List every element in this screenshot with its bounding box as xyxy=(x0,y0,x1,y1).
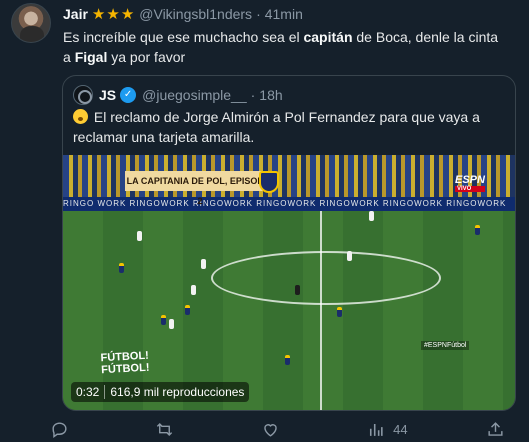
pitch-center-circle xyxy=(211,251,441,305)
analytics-icon xyxy=(370,423,383,436)
reply-button[interactable] xyxy=(50,418,77,440)
video-views: 616,9 mil reproducciones xyxy=(110,385,245,399)
football-pitch xyxy=(63,211,515,410)
quoted-tweet-header: JS ✓ @juegosimple__ · 18h xyxy=(73,85,283,105)
player xyxy=(369,211,374,221)
quoted-text-body: El reclamo de Jorge Almirón a Pol Fernan… xyxy=(73,109,480,145)
tweet-text: Es increíble que ese muchacho sea el cap… xyxy=(63,27,503,67)
player xyxy=(119,263,124,273)
stars-emoji: ★★★ xyxy=(91,6,136,23)
futbol-logo: FÚTBOL! FÚTBOL! xyxy=(100,349,150,377)
share-button[interactable] xyxy=(486,418,505,440)
player xyxy=(475,225,480,235)
player xyxy=(161,315,166,325)
quoted-author-handle[interactable]: @juegosimple__ xyxy=(142,87,247,103)
player xyxy=(295,285,300,295)
espn-live-tag: VIVO xyxy=(455,186,485,192)
video-hashtag: #ESPNFútbol xyxy=(421,341,470,350)
timestamp[interactable]: 41min xyxy=(265,6,303,22)
flushed-face-emoji-icon xyxy=(73,109,88,124)
tweet-actions: 44 xyxy=(50,418,505,440)
player xyxy=(191,285,196,295)
retweet-icon xyxy=(157,422,173,436)
player xyxy=(201,259,206,269)
tweet[interactable]: Jair ★★★ @Vikingsbl1nders · 41min Es inc… xyxy=(0,0,529,442)
player xyxy=(137,231,142,241)
quoted-separator-dot: · xyxy=(250,87,256,103)
verified-badge-icon: ✓ xyxy=(120,87,137,103)
author-handle[interactable]: @Vikingsbl1nders xyxy=(139,6,252,22)
views-count: 44 xyxy=(393,421,408,437)
player xyxy=(285,355,290,365)
tweet-text-bold2: Figal xyxy=(74,49,108,65)
quoted-tweet-text: El reclamo de Jorge Almirón a Pol Fernan… xyxy=(73,107,503,147)
club-shield-icon xyxy=(259,171,279,193)
espn-logo: ESPN VIVO xyxy=(455,174,485,192)
video-duration: 0:32 xyxy=(76,385,100,399)
author-name[interactable]: Jair xyxy=(63,6,88,22)
avatar[interactable] xyxy=(11,3,51,43)
pitch-midline xyxy=(320,211,322,410)
video-caption-banner: LA CAPITANIA DE POL, EPISODIO 2 xyxy=(125,171,275,206)
player xyxy=(169,319,174,329)
espn-logo-text: ESPN xyxy=(455,174,485,186)
player xyxy=(337,307,342,317)
player xyxy=(185,305,190,315)
quoted-timestamp[interactable]: 18h xyxy=(259,87,282,103)
separator-dot: · xyxy=(256,6,261,22)
quoted-tweet[interactable]: JS ✓ @juegosimple__ · 18h El reclamo de … xyxy=(62,75,516,411)
retweet-button[interactable] xyxy=(155,418,182,440)
reply-icon xyxy=(52,421,67,438)
like-button[interactable] xyxy=(261,418,288,440)
tweet-header: Jair ★★★ @Vikingsbl1nders · 41min xyxy=(63,4,303,24)
player xyxy=(347,251,352,261)
ad-board: RINGO WORK RINGOWORK RINGOWORK RINGOWORK… xyxy=(63,197,515,211)
heart-icon xyxy=(263,423,277,437)
tweet-text-bold1: capitán xyxy=(303,29,353,45)
tweet-text-part1: Es increíble que ese muchacho sea el xyxy=(63,29,304,45)
quoted-avatar[interactable] xyxy=(73,85,93,105)
share-icon xyxy=(488,421,503,436)
video-player[interactable]: RINGO WORK RINGOWORK RINGOWORK RINGOWORK… xyxy=(63,155,515,410)
video-info-overlay: 0:32 616,9 mil reproducciones xyxy=(71,382,250,402)
quoted-author-name[interactable]: JS xyxy=(99,87,116,103)
tweet-text-part3: ya por favor xyxy=(107,49,186,65)
views-button[interactable]: 44 xyxy=(366,418,408,440)
